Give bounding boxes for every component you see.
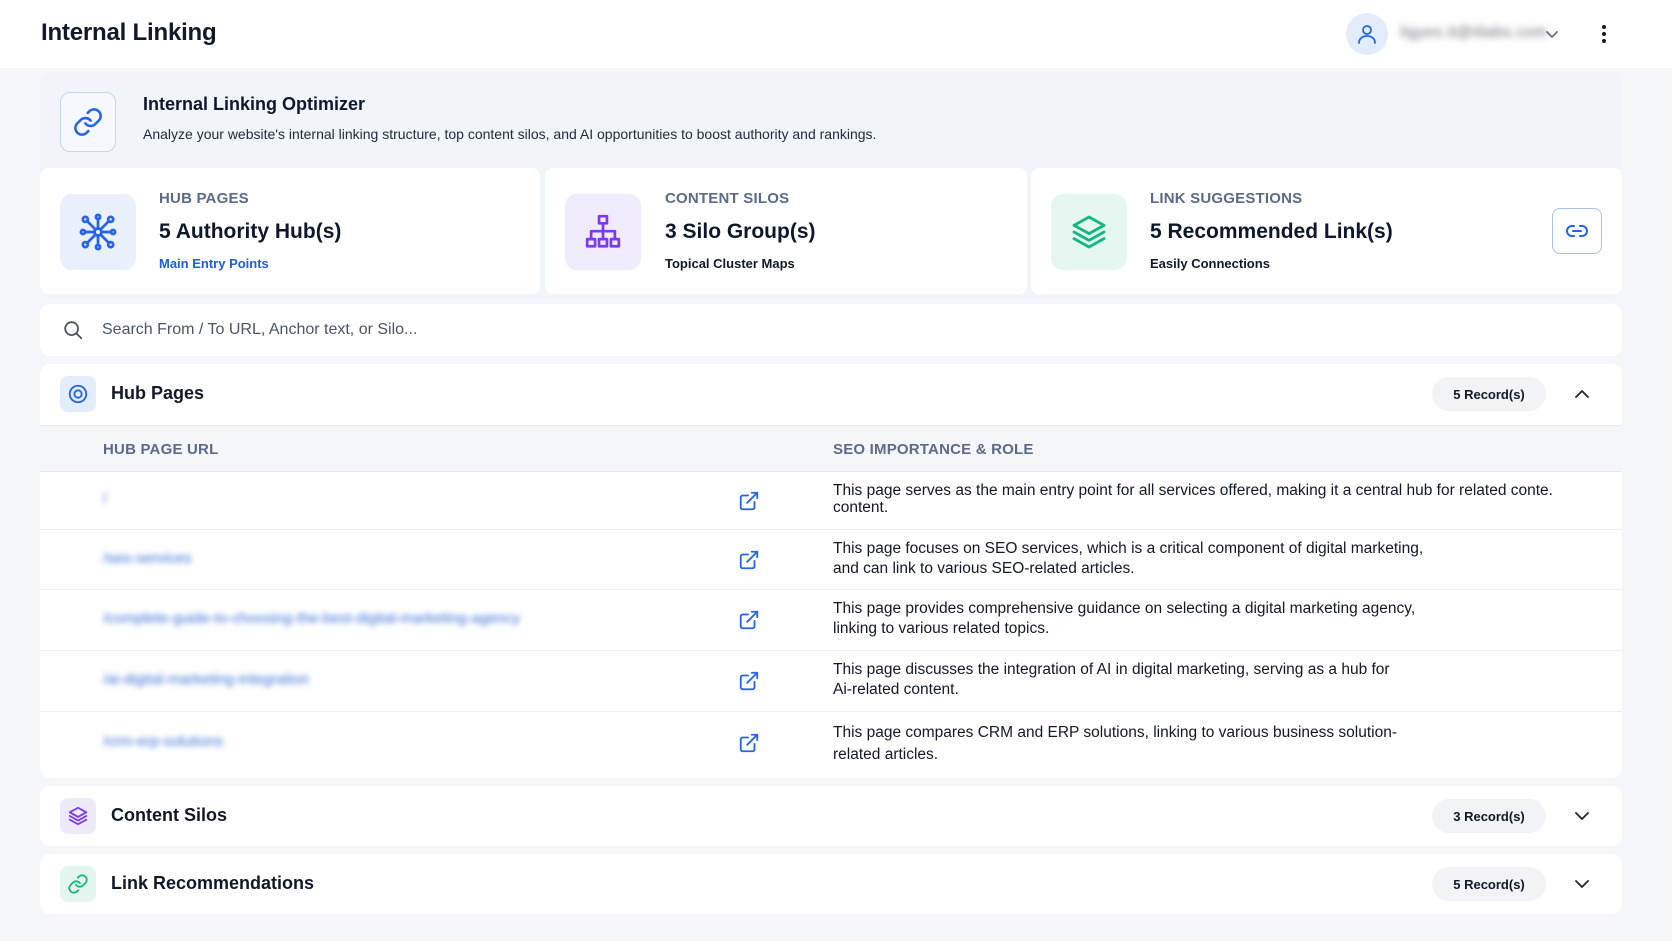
- record-count-badge: 3 Record(s): [1432, 799, 1546, 833]
- panel-icon-box: [60, 798, 96, 834]
- target-icon: [68, 384, 88, 404]
- table-row: /ai-digital-marketing-integration This p…: [40, 651, 1622, 712]
- user-name[interactable]: ligyes.it@itlabs.com: [1400, 24, 1548, 42]
- column-header-url: HUB PAGE URL: [103, 441, 219, 458]
- stat-sub[interactable]: Main Entry Points: [159, 256, 269, 271]
- seo-role-text: This page provides comprehensive guidanc…: [833, 600, 1416, 637]
- stat-value: 3 Silo Group(s): [665, 220, 816, 243]
- page-title: Internal Linking: [41, 19, 217, 46]
- panel-title: Hub Pages: [111, 383, 205, 403]
- hub-page-url[interactable]: /ai-digital-marketing-integration: [103, 671, 309, 688]
- seo-role-text: This page discusses the integration of A…: [833, 661, 1390, 698]
- link-icon: [68, 874, 88, 894]
- user-icon: [1358, 25, 1376, 44]
- optimizer-title: Internal Linking Optimizer: [143, 94, 366, 114]
- external-link-icon[interactable]: [738, 732, 760, 754]
- stat-value: 5 Recommended Link(s): [1150, 220, 1393, 243]
- optimizer-description: Analyze your website's internal linking …: [143, 126, 877, 142]
- more-menu-button[interactable]: [1594, 20, 1614, 48]
- layers-icon: [68, 806, 88, 826]
- hub-page-url[interactable]: /complete-guide-to-choosing-the-best-dig…: [103, 610, 520, 627]
- network-hub-icon: [79, 213, 117, 251]
- content-silos-panel[interactable]: Content Silos 3 Record(s): [40, 786, 1622, 846]
- chevron-down-icon[interactable]: [1572, 874, 1592, 894]
- stat-card-hub-pages: HUB PAGES 5 Authority Hub(s) Main Entry …: [40, 168, 540, 294]
- stat-card-content-silos: CONTENT SILOS 3 Silo Group(s) Topical Cl…: [545, 168, 1027, 294]
- search-input[interactable]: [102, 314, 1582, 346]
- dot-icon: [1602, 25, 1606, 29]
- chevron-down-icon[interactable]: [1544, 26, 1560, 42]
- stat-icon-box: [1051, 194, 1127, 270]
- chevron-up-icon[interactable]: [1572, 384, 1592, 404]
- stat-sub: Topical Cluster Maps: [665, 256, 795, 271]
- hub-pages-header[interactable]: Hub Pages 5 Record(s): [40, 364, 1622, 424]
- hub-page-url[interactable]: /: [103, 490, 107, 507]
- panel-title: Link Recommendations: [111, 873, 315, 893]
- table-row: /complete-guide-to-choosing-the-best-dig…: [40, 590, 1622, 651]
- stat-icon-box: [565, 194, 641, 270]
- dot-icon: [1602, 32, 1606, 36]
- dot-icon: [1602, 39, 1606, 43]
- hub-page-url[interactable]: /crm-erp-solutions: [103, 733, 223, 750]
- stat-label: LINK SUGGESTIONS: [1150, 190, 1303, 207]
- sitemap-icon: [585, 214, 621, 248]
- stat-label: CONTENT SILOS: [665, 190, 790, 207]
- external-link-icon[interactable]: [738, 549, 760, 571]
- link-icon: [74, 108, 102, 136]
- external-link-icon[interactable]: [738, 670, 760, 692]
- panel-title: Content Silos: [111, 805, 227, 825]
- search-bar: [40, 304, 1622, 356]
- search-icon: [64, 321, 83, 340]
- optimizer-icon-box: [60, 92, 116, 152]
- seo-role-text: This page focuses on SEO services, which…: [833, 540, 1424, 577]
- stat-label: HUB PAGES: [159, 190, 249, 207]
- stat-sub: Easily Connections: [1150, 256, 1270, 271]
- chevron-down-icon[interactable]: [1572, 806, 1592, 826]
- layers-icon: [1072, 215, 1106, 249]
- table-row: /crm-erp-solutions This page compares CR…: [40, 712, 1622, 776]
- link-suggestions-button[interactable]: [1552, 208, 1602, 254]
- avatar[interactable]: [1346, 13, 1388, 55]
- seo-role-text: This page compares CRM and ERP solutions…: [833, 724, 1398, 763]
- link-recommendations-panel[interactable]: Link Recommendations 5 Record(s): [40, 854, 1622, 914]
- link-icon: [1566, 225, 1588, 237]
- stat-card-link-suggestions: LINK SUGGESTIONS 5 Recommended Link(s) E…: [1031, 168, 1622, 294]
- external-link-icon[interactable]: [738, 490, 760, 512]
- top-bar: Internal Linking ligyes.it@itlabs.com: [0, 0, 1672, 68]
- panel-icon-box: [60, 866, 96, 902]
- table-row: /seo-services This page focuses on SEO s…: [40, 530, 1622, 590]
- record-count-badge: 5 Record(s): [1432, 377, 1546, 411]
- hub-page-url[interactable]: /seo-services: [103, 550, 191, 567]
- hub-pages-panel: Hub Pages 5 Record(s) HUB PAGE URL SEO I…: [40, 364, 1622, 778]
- seo-role-text: This page serves as the main entry point…: [833, 482, 1553, 516]
- external-link-icon[interactable]: [738, 609, 760, 631]
- table-row: / This page serves as the main entry poi…: [40, 472, 1622, 530]
- stat-value: 5 Authority Hub(s): [159, 220, 342, 243]
- record-count-badge: 5 Record(s): [1432, 867, 1546, 901]
- panel-icon-box: [60, 376, 96, 412]
- column-header-role: SEO IMPORTANCE & ROLE: [833, 441, 1034, 458]
- table-header: HUB PAGE URL SEO IMPORTANCE & ROLE: [40, 425, 1622, 472]
- stat-icon-box: [60, 194, 136, 270]
